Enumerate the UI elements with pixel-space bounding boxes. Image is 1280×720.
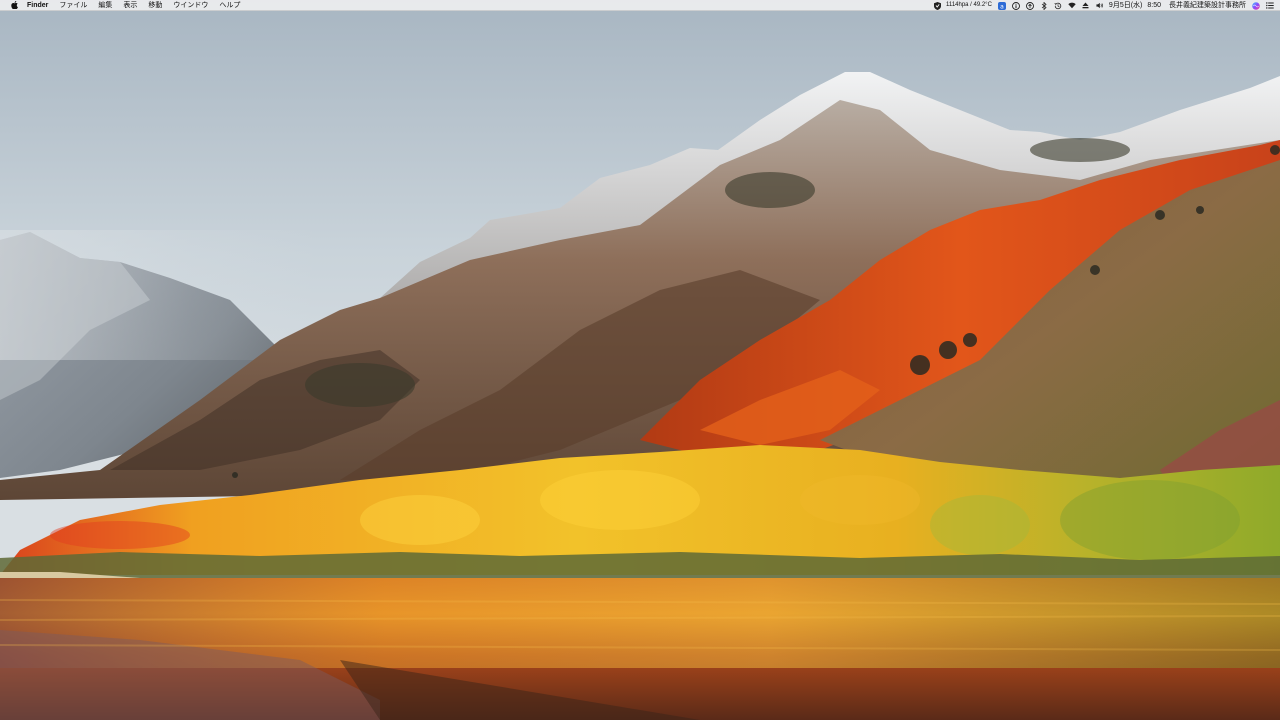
apple-icon[interactable] bbox=[10, 1, 18, 10]
menu-window[interactable]: ウインドウ bbox=[173, 0, 208, 11]
sync-icon[interactable] bbox=[1025, 1, 1034, 10]
time-label[interactable]: 8:50 bbox=[1147, 0, 1161, 11]
app-icon[interactable]: a bbox=[997, 1, 1006, 10]
menu-help[interactable]: ヘルプ bbox=[219, 0, 240, 11]
date-label[interactable]: 9月5日(水) bbox=[1109, 0, 1142, 11]
siri-icon[interactable] bbox=[1252, 1, 1260, 10]
menu-file[interactable]: ファイル bbox=[59, 0, 87, 11]
user-name[interactable]: 長井義紀建築設計事務所 bbox=[1169, 0, 1246, 11]
desktop: Finder ファイル 編集 表示 移動 ウインドウ ヘルプ 1114hpa /… bbox=[0, 0, 1280, 720]
menu-edit[interactable]: 編集 bbox=[98, 0, 112, 11]
menu-bar-status: 1114hpa / 49.2°C a 9月5日(水) 8:50 長井義紀建築設計… bbox=[927, 0, 1274, 11]
shield-icon[interactable] bbox=[933, 1, 941, 10]
menu-view[interactable]: 表示 bbox=[123, 0, 137, 11]
desktop-wallpaper bbox=[0, 0, 1280, 720]
bluetooth-icon[interactable] bbox=[1040, 1, 1048, 10]
svg-text:a: a bbox=[1000, 3, 1004, 10]
wifi-icon[interactable] bbox=[1068, 2, 1076, 10]
notification-center-icon[interactable] bbox=[1266, 2, 1274, 10]
time-machine-icon[interactable] bbox=[1054, 2, 1062, 10]
weather-readout[interactable]: 1114hpa / 49.2°C bbox=[946, 0, 992, 11]
info-icon[interactable] bbox=[1011, 1, 1020, 10]
menu-bar: Finder ファイル 編集 表示 移動 ウインドウ ヘルプ 1114hpa /… bbox=[0, 0, 1280, 11]
volume-icon[interactable] bbox=[1096, 2, 1104, 10]
menu-bar-left: Finder ファイル 編集 表示 移動 ウインドウ ヘルプ bbox=[0, 0, 251, 11]
menu-app-finder[interactable]: Finder bbox=[27, 0, 48, 11]
menu-go[interactable]: 移動 bbox=[148, 0, 162, 11]
eject-icon[interactable] bbox=[1082, 2, 1090, 10]
